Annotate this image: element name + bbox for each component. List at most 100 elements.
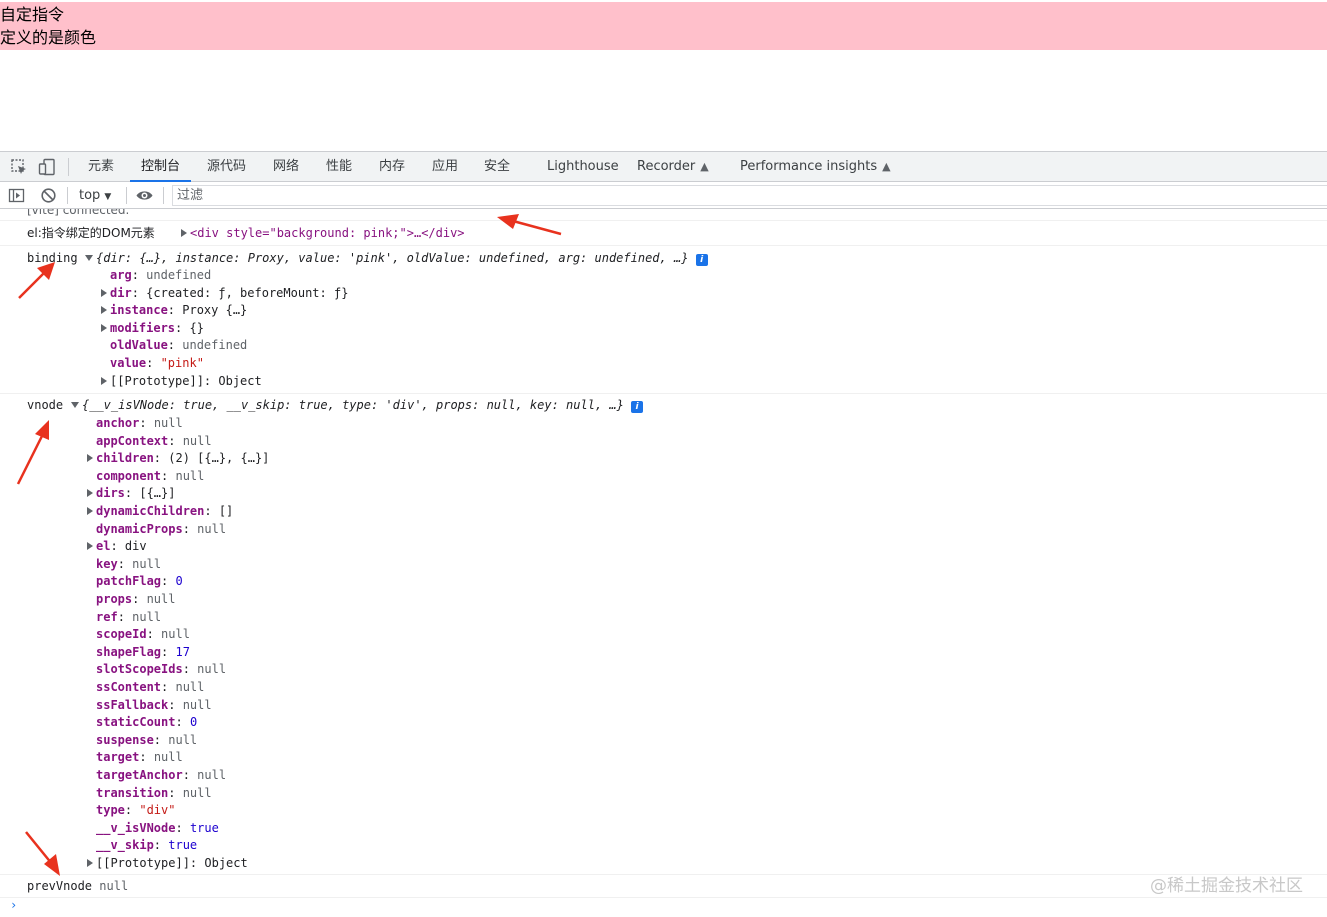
property-key: component <box>96 468 162 483</box>
property-row[interactable]: instance: Proxy {…} <box>101 302 247 319</box>
property-key: target <box>96 750 140 765</box>
property-key: el <box>96 539 111 554</box>
el-dom-node[interactable]: <div style="background: pink;">…</div> <box>181 225 465 242</box>
property-key: key <box>96 556 118 571</box>
experiment-flask-icon: ▲ <box>882 160 891 173</box>
property-colon: : <box>167 338 183 353</box>
property-key: shapeFlag <box>96 644 162 659</box>
property-key: value <box>110 356 147 370</box>
tab-performance[interactable]: 性能 <box>326 152 352 182</box>
property-row: __v_skip: true <box>96 837 197 854</box>
property-colon: : <box>168 785 183 800</box>
clear-console-icon[interactable] <box>40 187 57 204</box>
property-row[interactable]: modifiers: {} <box>101 320 204 337</box>
tab-sources[interactable]: 源代码 <box>207 152 246 182</box>
property-value: true <box>189 820 219 835</box>
property-colon: : <box>117 556 133 571</box>
property-row[interactable]: dir: {created: ƒ, beforeMount: ƒ} <box>101 285 348 302</box>
info-icon: i <box>631 401 644 413</box>
context-selector[interactable]: top ▼ <box>79 186 111 207</box>
live-expression-eye-icon[interactable] <box>136 187 153 204</box>
property-colon: : <box>167 303 183 318</box>
page-line-1: 自定指令 <box>0 5 65 24</box>
property-colon: : <box>161 574 176 589</box>
tab-application[interactable]: 应用 <box>432 152 458 182</box>
property-row: appContext: null <box>96 433 212 450</box>
expand-triangle-icon[interactable] <box>101 323 107 332</box>
tab-console[interactable]: 控制台 <box>130 152 192 182</box>
device-toolbar-icon[interactable] <box>38 158 56 176</box>
property-key: instance <box>110 303 168 318</box>
collapse-triangle-icon[interactable] <box>85 255 93 261</box>
prevvnode-value: null <box>99 879 129 893</box>
property-row: anchor: null <box>96 415 183 432</box>
custom-directive-div: 自定指令 定义的是颜色 <box>0 2 1327 50</box>
property-colon: : <box>139 416 154 430</box>
expand-triangle-icon[interactable] <box>87 507 93 515</box>
property-row[interactable]: children: (2) [{…}, {…}] <box>87 450 269 467</box>
tab-lighthouse[interactable]: Lighthouse <box>547 152 619 182</box>
property-value: null <box>132 556 162 571</box>
sidebar-toggle-icon[interactable] <box>8 187 25 204</box>
property-row[interactable]: dirs: [{…}] <box>87 485 175 502</box>
property-row[interactable]: [[Prototype]]: Object <box>101 373 262 390</box>
property-value: 0 <box>189 715 198 730</box>
property-row: scopeId: null <box>96 626 190 643</box>
property-key: children <box>96 451 154 466</box>
tab-recorder[interactable]: Recorder ▲ <box>637 152 709 182</box>
expand-triangle-icon[interactable] <box>87 489 93 498</box>
expand-triangle-icon[interactable] <box>87 542 93 551</box>
property-colon: : <box>153 451 169 466</box>
property-value: 17 <box>175 644 190 659</box>
console-prompt-chevron-icon[interactable]: › <box>10 898 17 912</box>
property-colon: : <box>153 838 169 853</box>
property-colon: : <box>175 715 190 730</box>
property-key: ssContent <box>96 680 162 694</box>
property-value: null <box>197 768 227 782</box>
property-value: null <box>161 627 190 642</box>
toolbar-separator <box>67 187 68 204</box>
expand-triangle-icon[interactable] <box>87 454 93 463</box>
prevvnode-label: prevVnode <box>27 879 93 893</box>
expand-triangle-icon[interactable] <box>101 306 107 315</box>
message-separator <box>0 220 1327 221</box>
vnode-summary-text: {__v_isVNode: true, __v_skip: true, type… <box>82 398 624 412</box>
vnode-object-summary[interactable]: {__v_isVNode: true, __v_skip: true, type… <box>71 397 644 414</box>
property-key: __v_isVNode <box>96 820 176 835</box>
tab-elements[interactable]: 元素 <box>88 152 114 182</box>
expand-triangle-icon[interactable] <box>181 229 187 237</box>
property-row[interactable]: [[Prototype]]: Object <box>87 855 248 872</box>
inspect-element-icon[interactable] <box>10 158 28 176</box>
property-colon: : <box>132 592 147 606</box>
tab-separator <box>68 158 69 176</box>
property-value: null <box>182 785 212 800</box>
expand-triangle-icon[interactable] <box>87 859 93 867</box>
vnode-label: vnode <box>27 398 64 412</box>
property-key: staticCount <box>96 715 176 730</box>
property-row[interactable]: el: div <box>87 538 147 555</box>
property-value: [{…}] <box>139 486 176 501</box>
property-colon: : <box>189 856 205 870</box>
property-row: dynamicProps: null <box>96 521 226 538</box>
property-row: transition: null <box>96 785 212 802</box>
expand-triangle-icon[interactable] <box>101 376 107 385</box>
property-colon: : <box>124 803 140 818</box>
tab-security[interactable]: 安全 <box>484 152 510 182</box>
property-key: type <box>96 803 125 818</box>
message-separator <box>0 245 1327 246</box>
binding-object-summary[interactable]: {dir: {…}, instance: Proxy, value: 'pink… <box>85 250 708 267</box>
toolbar-separator <box>126 187 127 204</box>
expand-triangle-icon[interactable] <box>101 288 107 297</box>
tab-network[interactable]: 网络 <box>273 152 299 182</box>
console-message-el: el:指令绑定的DOM元素 <box>27 225 155 242</box>
console-toolbar: top ▼ 过滤 <box>0 182 1327 209</box>
property-value: 0 <box>175 574 183 589</box>
filter-input[interactable]: 过滤 <box>172 185 1327 206</box>
property-value: null <box>175 468 205 483</box>
tab-performance-insights[interactable]: Performance insights ▲ <box>740 152 891 182</box>
message-separator <box>0 393 1327 394</box>
property-row[interactable]: dynamicChildren: [] <box>87 503 233 520</box>
property-colon: : <box>182 662 198 677</box>
tab-memory[interactable]: 内存 <box>379 152 405 182</box>
collapse-triangle-icon[interactable] <box>71 402 79 408</box>
